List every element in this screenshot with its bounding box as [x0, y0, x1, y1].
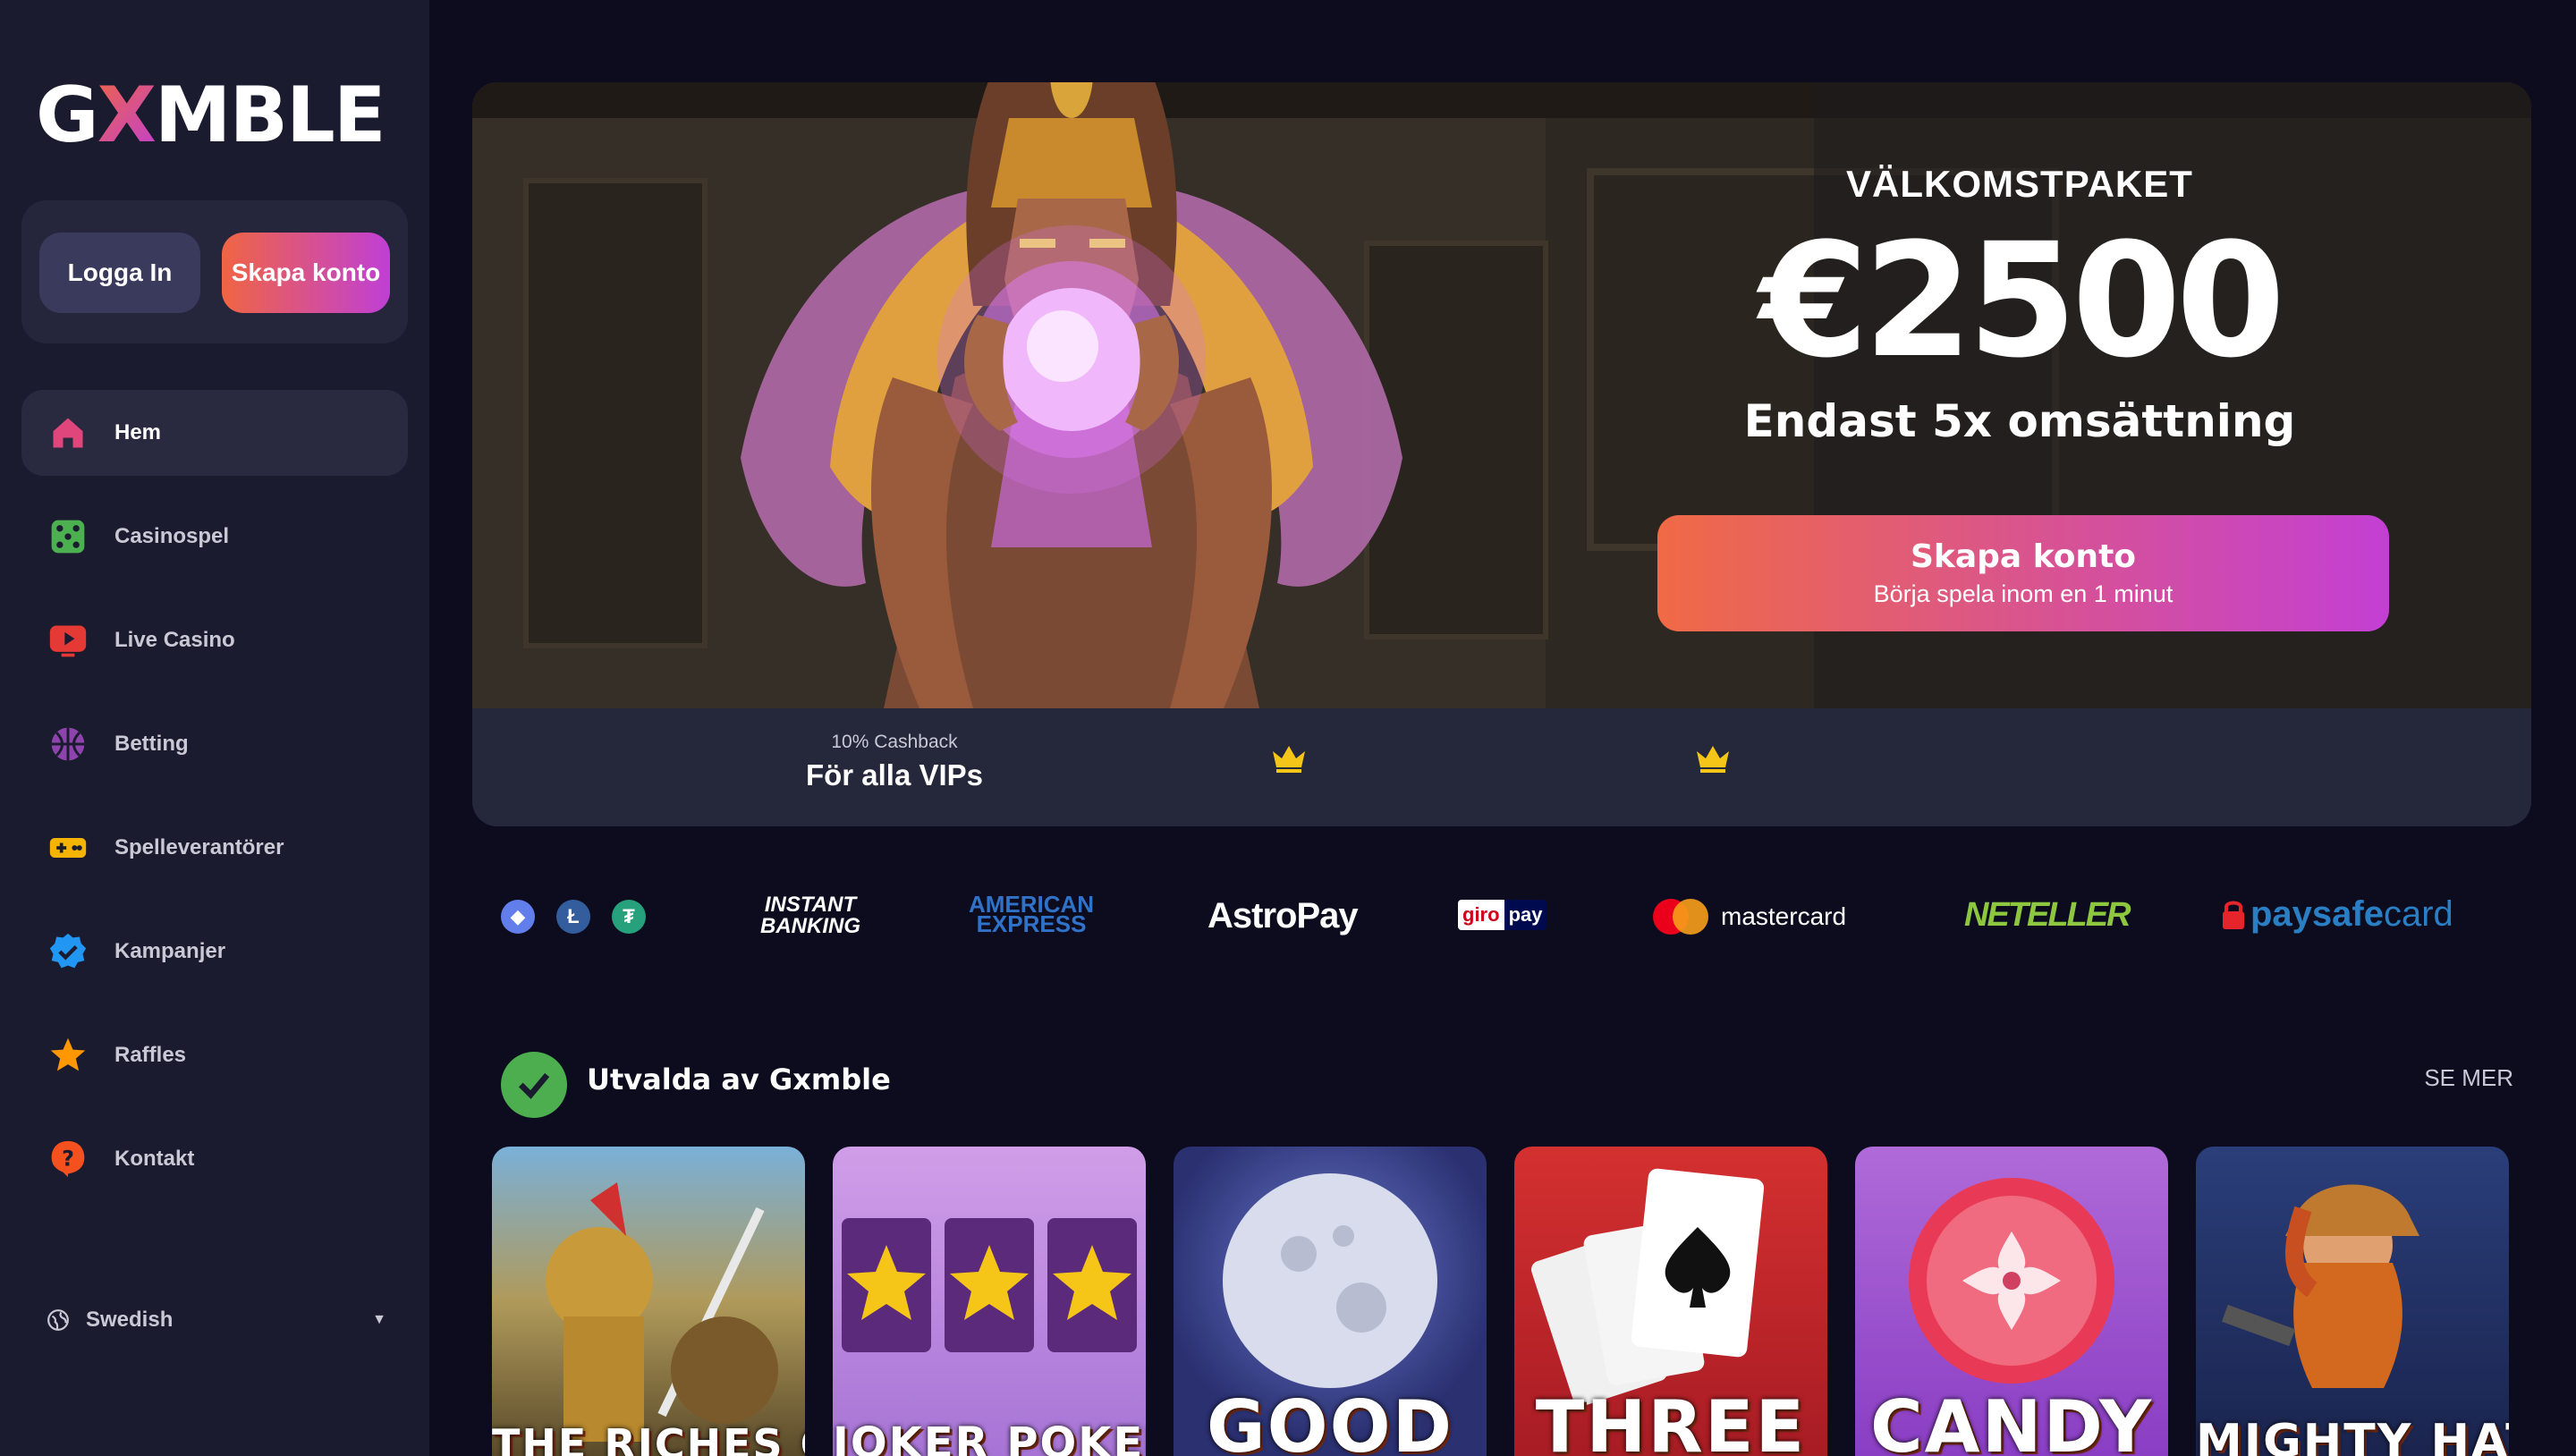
sidebar-item-betting[interactable]: Betting: [21, 701, 408, 787]
logo-line: INSTANT: [764, 893, 857, 917]
game-title: THREE: [1535, 1385, 1807, 1456]
play-icon: [48, 621, 88, 660]
cta-sub-label: Börja spela inom en 1 minut: [1873, 580, 2174, 607]
logo-line: EXPRESS: [976, 910, 1087, 937]
sidebar-item-casinospel[interactable]: Casinospel: [21, 494, 408, 580]
check-icon: [501, 1052, 567, 1118]
tether-icon: ₮: [612, 900, 646, 934]
logo-part: G: [36, 71, 99, 160]
svg-text:?: ?: [62, 1146, 74, 1171]
dice-icon: [48, 517, 88, 556]
gxmble-logo[interactable]: GXMBLE: [36, 75, 386, 156]
sidebar-item-label: Raffles: [114, 1043, 187, 1067]
section-title: Utvalda av Gxmble: [587, 1062, 891, 1096]
game-card[interactable]: THREE: [1514, 1147, 1827, 1456]
crown-icon: [1273, 746, 1305, 773]
mastercard-icon: [1653, 899, 1708, 935]
help-icon: ?: [48, 1139, 88, 1179]
ethereum-icon: ◆: [501, 900, 535, 934]
game-title: GOOD: [1206, 1385, 1454, 1456]
basketball-icon: [48, 724, 88, 764]
logo-part: MBLE: [154, 71, 386, 160]
chevron-down-icon: ▼: [372, 1312, 386, 1327]
auth-panel: Logga In Skapa konto: [21, 200, 408, 343]
language-selector[interactable]: Swedish ▼: [47, 1308, 386, 1333]
game-title: THE RICHES OF: [492, 1420, 805, 1456]
card-label: card: [2383, 894, 2453, 934]
sidebar-item-label: Live Casino: [114, 628, 235, 652]
instant-banking-logo: INSTANT BANKING: [757, 894, 864, 937]
astropay-logo: AstroPay: [1208, 896, 1359, 935]
hero-amount: €2500: [1758, 209, 2285, 393]
login-button[interactable]: Logga In: [39, 233, 200, 313]
game-title: CANDY: [1869, 1385, 2154, 1456]
signup-button[interactable]: Skapa konto: [222, 233, 390, 313]
hero-subtitle: Endast 5x omsättning: [1743, 395, 2296, 447]
sidebar-item-label: Casinospel: [114, 524, 230, 548]
giro-part: giro: [1458, 900, 1504, 930]
badge-check-icon: [48, 932, 88, 971]
game-card[interactable]: GOOD: [1174, 1147, 1487, 1456]
sidebar-nav: Hem Casinospel Live Casino Betting Spell…: [21, 390, 408, 1220]
sidebar-item-raffles[interactable]: Raffles: [21, 1012, 408, 1098]
gamepad-icon: [48, 828, 88, 868]
see-more-link[interactable]: SE MER: [2379, 1064, 2513, 1092]
lock-icon: [2223, 901, 2244, 929]
sidebar-item-spelleverantorer[interactable]: Spelleverantörer: [21, 805, 408, 891]
sidebar-item-hem[interactable]: Hem: [21, 390, 408, 476]
game-card[interactable]: CANDY: [1855, 1147, 2168, 1456]
home-icon: [48, 413, 88, 453]
sidebar-item-label: Kontakt: [114, 1147, 195, 1171]
sidebar-item-live-casino[interactable]: Live Casino: [21, 597, 408, 683]
sidebar-item-kampanjer[interactable]: Kampanjer: [21, 909, 408, 995]
sidebar: GXMBLE Logga In Skapa konto Hem Casinosp…: [0, 0, 429, 1456]
sidebar-item-label: Spelleverantörer: [114, 835, 284, 859]
sidebar-item-label: Hem: [114, 420, 162, 444]
paysafecard-logo: paysafe card: [2222, 894, 2453, 935]
sidebar-item-label: Betting: [114, 732, 189, 756]
globe-icon: [47, 1309, 69, 1331]
vip-cashback-label: 10% Cashback: [831, 732, 958, 752]
pay-part: pay: [1504, 900, 1547, 930]
paysafe-label: paysafe: [2250, 894, 2384, 934]
giropay-logo: giro pay: [1458, 900, 1547, 930]
logo-line: BANKING: [760, 914, 860, 938]
mastercard-logo: mastercard: [1651, 898, 1846, 935]
amex-logo: AMERICAN EXPRESS: [964, 893, 1098, 937]
game-title: JOKER POKER: [833, 1418, 1146, 1456]
game-card[interactable]: JOKER POKER: [833, 1147, 1146, 1456]
cta-main-label: Skapa konto: [1910, 538, 2137, 575]
star-icon: [48, 1036, 88, 1075]
game-title: MIGHTY HAT: [2196, 1415, 2509, 1456]
sidebar-item-kontakt[interactable]: ? Kontakt: [21, 1116, 408, 1202]
logo-x: X: [97, 71, 157, 160]
game-card[interactable]: MIGHTY HAT: [2196, 1147, 2509, 1456]
sidebar-item-label: Kampanjer: [114, 939, 226, 963]
crown-icon: [1697, 746, 1729, 773]
hero-signup-button[interactable]: Skapa konto Börja spela inom en 1 minut: [1657, 515, 2389, 631]
game-card[interactable]: THE RICHES OF: [492, 1147, 805, 1456]
language-label: Swedish: [86, 1308, 174, 1332]
hero-title: VÄLKOMSTPAKET: [1846, 163, 2193, 205]
vip-title: För alla VIPs: [805, 758, 984, 791]
hero-banner: VÄLKOMSTPAKET €2500 Endast 5x omsättning…: [472, 82, 2531, 826]
mastercard-label: mastercard: [1721, 902, 1847, 930]
litecoin-icon: Ł: [556, 900, 590, 934]
neteller-logo: NETELLER: [1964, 896, 2131, 934]
